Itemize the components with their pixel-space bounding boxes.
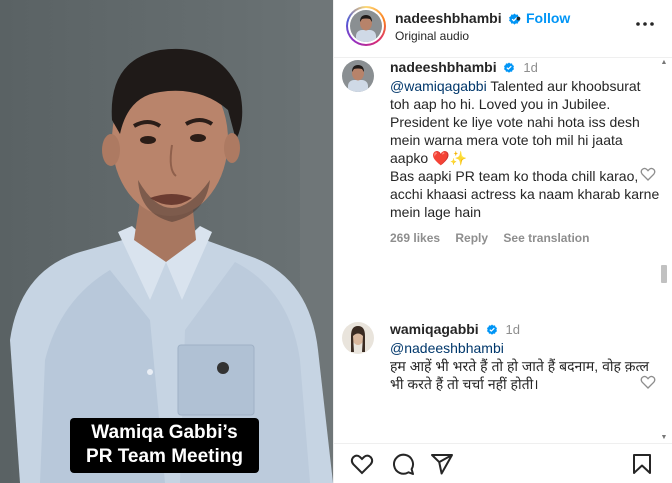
scroll-up-arrow-icon[interactable]: ▲ — [660, 58, 668, 68]
scroll-down-arrow-icon[interactable]: ▼ — [660, 433, 668, 443]
comment-avatar[interactable] — [342, 322, 374, 354]
scroll-thumb[interactable] — [661, 265, 667, 283]
comment-icon[interactable] — [391, 452, 415, 476]
author-username[interactable]: nadeeshbhambi — [395, 10, 521, 26]
verified-badge-icon — [486, 324, 497, 335]
verified-badge-icon — [504, 62, 515, 73]
comment-header: nadeeshbhambi 1d — [390, 58, 660, 77]
comment-time[interactable]: 1d — [523, 60, 537, 75]
comment-text: हम आहें भी भरते हैं तो हो जाते हैं बदनाम… — [390, 358, 649, 392]
comment-item: nadeeshbhambi 1d @wamiqagabbi Talented a… — [342, 58, 660, 245]
comment-header: wamiqagabbi 1d — [390, 320, 660, 339]
post-header: nadeeshbhambi • Follow Original audio — [334, 0, 672, 58]
comment-body: @nadeeshbhambi हम आहें भी भरते हैं तो हो… — [390, 339, 660, 393]
comment-like-heart-icon[interactable] — [640, 166, 656, 182]
header-separator: • — [516, 10, 521, 26]
caption-line-1: Wamiqa Gabbi’s — [91, 422, 238, 443]
comment-body: @wamiqagabbi Talented aur khoobsurat toh… — [390, 77, 660, 221]
comment-like-heart-icon[interactable] — [640, 374, 656, 390]
post-action-bar — [334, 443, 672, 483]
video-caption: Wamiqa Gabbi’s PR Team Meeting — [70, 418, 259, 473]
author-avatar[interactable] — [346, 6, 386, 46]
follow-button[interactable]: Follow — [526, 10, 570, 26]
post-side-panel: nadeeshbhambi • Follow Original audio na… — [333, 0, 672, 483]
bookmark-icon[interactable] — [630, 452, 654, 476]
comment-reply-button[interactable]: Reply — [455, 231, 488, 245]
more-options-icon[interactable] — [635, 14, 655, 34]
comment-mention[interactable]: @nadeeshbhambi — [390, 340, 504, 356]
comment-username[interactable]: wamiqagabbi — [390, 321, 479, 337]
reel-video[interactable]: Wamiqa Gabbi’s PR Team Meeting — [0, 0, 333, 483]
comments-list: nadeeshbhambi 1d @wamiqagabbi Talented a… — [334, 58, 672, 443]
comment-username[interactable]: nadeeshbhambi — [390, 59, 497, 75]
comment-emoji: ❤️✨ — [432, 150, 467, 166]
comment-item: wamiqagabbi 1d @nadeeshbhambi हम आहें भी… — [342, 320, 660, 393]
author-username-text[interactable]: nadeeshbhambi — [395, 10, 502, 26]
comments-scrollbar[interactable]: ▲ ▼ — [660, 58, 668, 443]
video-frame-person — [0, 0, 333, 483]
caption-line-2: PR Team Meeting — [86, 446, 243, 467]
comment-mention[interactable]: @wamiqagabbi — [390, 78, 487, 94]
comment-text-continued: Bas aapki PR team ko thoda chill karao, … — [390, 168, 660, 220]
comment-time[interactable]: 1d — [505, 322, 519, 337]
share-icon[interactable] — [430, 452, 454, 476]
see-translation-button[interactable]: See translation — [503, 231, 589, 245]
comment-avatar[interactable] — [342, 60, 374, 92]
comment-actions: 269 likes Reply See translation — [390, 231, 660, 245]
original-audio-link[interactable]: Original audio — [395, 29, 469, 43]
comment-likes[interactable]: 269 likes — [390, 231, 440, 245]
heart-icon[interactable] — [350, 452, 374, 476]
